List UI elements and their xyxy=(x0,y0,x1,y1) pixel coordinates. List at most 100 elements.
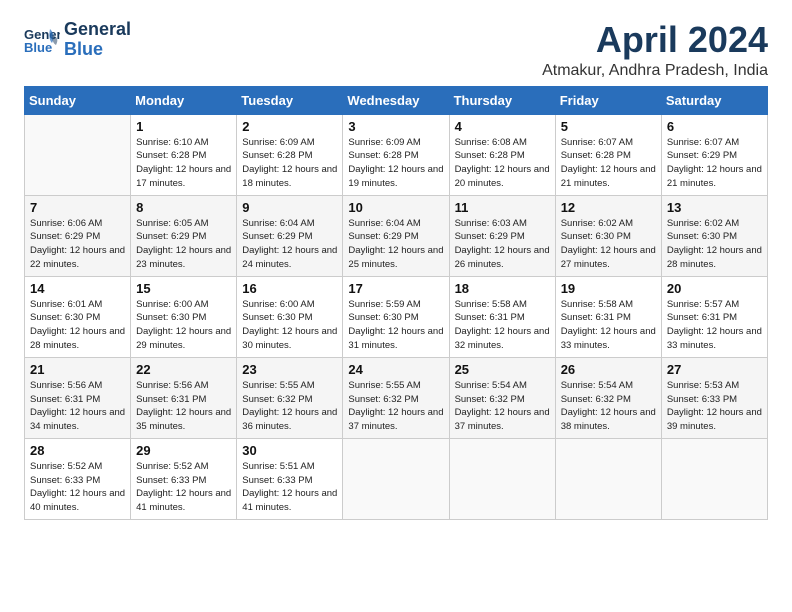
cell-details: Sunrise: 5:58 AMSunset: 6:31 PMDaylight:… xyxy=(455,298,550,353)
calendar-cell: 24 Sunrise: 5:55 AMSunset: 6:32 PMDayligh… xyxy=(343,357,449,438)
cell-details: Sunrise: 6:00 AMSunset: 6:30 PMDaylight:… xyxy=(136,298,231,353)
cell-details: Sunrise: 6:04 AMSunset: 6:29 PMDaylight:… xyxy=(242,217,337,272)
cell-details: Sunrise: 5:55 AMSunset: 6:32 PMDaylight:… xyxy=(348,379,443,434)
day-number: 19 xyxy=(561,281,656,296)
cell-details: Sunrise: 6:07 AMSunset: 6:28 PMDaylight:… xyxy=(561,136,656,191)
day-number: 8 xyxy=(136,200,231,215)
col-header-thursday: Thursday xyxy=(449,86,555,114)
title-block: April 2024 Atmakur, Andhra Pradesh, Indi… xyxy=(542,20,768,80)
day-number: 4 xyxy=(455,119,550,134)
day-number: 7 xyxy=(30,200,125,215)
calendar-cell: 25Sunrise: 5:54 AMSunset: 6:32 PMDayligh… xyxy=(449,357,555,438)
cell-details: Sunrise: 6:09 AMSunset: 6:28 PMDaylight:… xyxy=(242,136,337,191)
day-number: 29 xyxy=(136,443,231,458)
logo-icon: General Blue xyxy=(24,25,60,55)
calendar-cell: 20 Sunrise: 5:57 AMSunset: 6:31 PMDayligh… xyxy=(661,276,767,357)
calendar-cell: 10 Sunrise: 6:04 AMSunset: 6:29 PMDayligh… xyxy=(343,195,449,276)
calendar-cell: 28Sunrise: 5:52 AMSunset: 6:33 PMDayligh… xyxy=(25,438,131,519)
day-number: 30 xyxy=(242,443,337,458)
calendar-cell: 14 Sunrise: 6:01 AMSunset: 6:30 PMDayligh… xyxy=(25,276,131,357)
calendar-week-row: 14 Sunrise: 6:01 AMSunset: 6:30 PMDayligh… xyxy=(25,276,768,357)
location-title: Atmakur, Andhra Pradesh, India xyxy=(542,62,768,80)
month-title: April 2024 xyxy=(542,20,768,60)
cell-details: Sunrise: 6:04 AMSunset: 6:29 PMDaylight:… xyxy=(348,217,443,272)
calendar-cell: 4 Sunrise: 6:08 AMSunset: 6:28 PMDaylight… xyxy=(449,114,555,195)
calendar-cell: 1Sunrise: 6:10 AMSunset: 6:28 PMDaylight… xyxy=(131,114,237,195)
cell-details: Sunrise: 6:02 AMSunset: 6:30 PMDaylight:… xyxy=(561,217,656,272)
calendar-cell: 17 Sunrise: 5:59 AMSunset: 6:30 PMDayligh… xyxy=(343,276,449,357)
calendar-cell xyxy=(555,438,661,519)
calendar-cell: 15 Sunrise: 6:00 AMSunset: 6:30 PMDayligh… xyxy=(131,276,237,357)
day-number: 11 xyxy=(455,200,550,215)
logo-text: General Blue xyxy=(64,20,131,60)
day-number: 23 xyxy=(242,362,337,377)
day-number: 10 xyxy=(348,200,443,215)
day-number: 26 xyxy=(561,362,656,377)
calendar-cell: 11 Sunrise: 6:03 AMSunset: 6:29 PMDayligh… xyxy=(449,195,555,276)
calendar-cell: 9Sunrise: 6:04 AMSunset: 6:29 PMDaylight… xyxy=(237,195,343,276)
day-number: 20 xyxy=(667,281,762,296)
day-number: 18 xyxy=(455,281,550,296)
day-number: 12 xyxy=(561,200,656,215)
day-number: 15 xyxy=(136,281,231,296)
calendar-table: SundayMondayTuesdayWednesdayThursdayFrid… xyxy=(24,86,768,520)
cell-details: Sunrise: 5:56 AMSunset: 6:31 PMDaylight:… xyxy=(136,379,231,434)
calendar-header-row: SundayMondayTuesdayWednesdayThursdayFrid… xyxy=(25,86,768,114)
day-number: 27 xyxy=(667,362,762,377)
calendar-cell: 19Sunrise: 5:58 AMSunset: 6:31 PMDayligh… xyxy=(555,276,661,357)
calendar-week-row: 28Sunrise: 5:52 AMSunset: 6:33 PMDayligh… xyxy=(25,438,768,519)
cell-details: Sunrise: 6:08 AMSunset: 6:28 PMDaylight:… xyxy=(455,136,550,191)
cell-details: Sunrise: 6:06 AMSunset: 6:29 PMDaylight:… xyxy=(30,217,125,272)
day-number: 6 xyxy=(667,119,762,134)
cell-details: Sunrise: 6:01 AMSunset: 6:30 PMDaylight:… xyxy=(30,298,125,353)
day-number: 14 xyxy=(30,281,125,296)
cell-details: Sunrise: 5:52 AMSunset: 6:33 PMDaylight:… xyxy=(136,460,231,515)
calendar-cell xyxy=(661,438,767,519)
col-header-sunday: Sunday xyxy=(25,86,131,114)
day-number: 3 xyxy=(348,119,443,134)
cell-details: Sunrise: 5:53 AMSunset: 6:33 PMDaylight:… xyxy=(667,379,762,434)
col-header-saturday: Saturday xyxy=(661,86,767,114)
page-header: General Blue General Blue April 2024 Atm… xyxy=(24,20,768,80)
col-header-wednesday: Wednesday xyxy=(343,86,449,114)
cell-details: Sunrise: 6:09 AMSunset: 6:28 PMDaylight:… xyxy=(348,136,443,191)
calendar-cell xyxy=(25,114,131,195)
day-number: 2 xyxy=(242,119,337,134)
calendar-cell: 18 Sunrise: 5:58 AMSunset: 6:31 PMDayligh… xyxy=(449,276,555,357)
cell-details: Sunrise: 6:03 AMSunset: 6:29 PMDaylight:… xyxy=(455,217,550,272)
col-header-tuesday: Tuesday xyxy=(237,86,343,114)
calendar-cell: 30 Sunrise: 5:51 AMSunset: 6:33 PMDayligh… xyxy=(237,438,343,519)
day-number: 17 xyxy=(348,281,443,296)
cell-details: Sunrise: 5:57 AMSunset: 6:31 PMDaylight:… xyxy=(667,298,762,353)
calendar-cell: 6 Sunrise: 6:07 AMSunset: 6:29 PMDaylight… xyxy=(661,114,767,195)
day-number: 13 xyxy=(667,200,762,215)
calendar-cell: 3 Sunrise: 6:09 AMSunset: 6:28 PMDaylight… xyxy=(343,114,449,195)
cell-details: Sunrise: 6:05 AMSunset: 6:29 PMDaylight:… xyxy=(136,217,231,272)
calendar-cell: 27 Sunrise: 5:53 AMSunset: 6:33 PMDayligh… xyxy=(661,357,767,438)
cell-details: Sunrise: 5:54 AMSunset: 6:32 PMDaylight:… xyxy=(561,379,656,434)
day-number: 22 xyxy=(136,362,231,377)
calendar-cell: 22 Sunrise: 5:56 AMSunset: 6:31 PMDayligh… xyxy=(131,357,237,438)
calendar-cell: 29 Sunrise: 5:52 AMSunset: 6:33 PMDayligh… xyxy=(131,438,237,519)
calendar-week-row: 1Sunrise: 6:10 AMSunset: 6:28 PMDaylight… xyxy=(25,114,768,195)
day-number: 16 xyxy=(242,281,337,296)
cell-details: Sunrise: 6:00 AMSunset: 6:30 PMDaylight:… xyxy=(242,298,337,353)
cell-details: Sunrise: 5:59 AMSunset: 6:30 PMDaylight:… xyxy=(348,298,443,353)
calendar-cell: 12 Sunrise: 6:02 AMSunset: 6:30 PMDayligh… xyxy=(555,195,661,276)
calendar-cell: 26 Sunrise: 5:54 AMSunset: 6:32 PMDayligh… xyxy=(555,357,661,438)
cell-details: Sunrise: 5:56 AMSunset: 6:31 PMDaylight:… xyxy=(30,379,125,434)
calendar-cell: 2 Sunrise: 6:09 AMSunset: 6:28 PMDaylight… xyxy=(237,114,343,195)
calendar-cell: 5Sunrise: 6:07 AMSunset: 6:28 PMDaylight… xyxy=(555,114,661,195)
cell-details: Sunrise: 6:10 AMSunset: 6:28 PMDaylight:… xyxy=(136,136,231,191)
cell-details: Sunrise: 5:54 AMSunset: 6:32 PMDaylight:… xyxy=(455,379,550,434)
calendar-cell: 7 Sunrise: 6:06 AMSunset: 6:29 PMDaylight… xyxy=(25,195,131,276)
cell-details: Sunrise: 6:02 AMSunset: 6:30 PMDaylight:… xyxy=(667,217,762,272)
cell-details: Sunrise: 5:51 AMSunset: 6:33 PMDaylight:… xyxy=(242,460,337,515)
calendar-cell: 23Sunrise: 5:55 AMSunset: 6:32 PMDayligh… xyxy=(237,357,343,438)
calendar-week-row: 21Sunrise: 5:56 AMSunset: 6:31 PMDayligh… xyxy=(25,357,768,438)
col-header-monday: Monday xyxy=(131,86,237,114)
cell-details: Sunrise: 6:07 AMSunset: 6:29 PMDaylight:… xyxy=(667,136,762,191)
day-number: 24 xyxy=(348,362,443,377)
logo: General Blue General Blue xyxy=(24,20,131,60)
calendar-week-row: 7 Sunrise: 6:06 AMSunset: 6:29 PMDaylight… xyxy=(25,195,768,276)
